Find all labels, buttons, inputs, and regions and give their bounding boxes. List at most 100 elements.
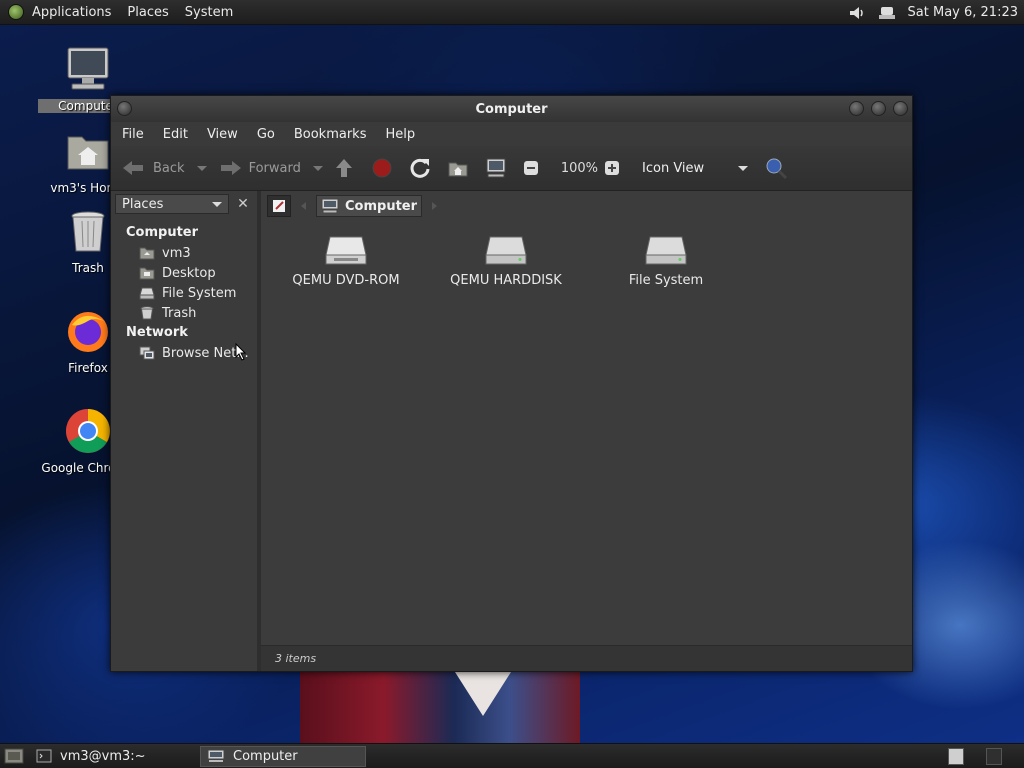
sidebar-category-computer: Computer [126,225,199,240]
volume-icon[interactable] [848,5,866,21]
panel-clock[interactable]: Sat May 6, 21:23 [908,5,1018,20]
forward-label: Forward [248,160,301,176]
search-icon [766,158,788,180]
zoom-out-icon [523,161,538,175]
up-arrow-icon [335,159,352,177]
network-icon [139,346,155,360]
taskbar-item-label: Computer [233,748,298,764]
computer-icon [67,47,109,90]
menu-go[interactable]: Go [257,127,275,142]
stop-icon [372,158,392,178]
path-scroll-left-icon[interactable] [301,202,306,210]
distro-logo-icon[interactable] [8,4,24,20]
file-item-label: QEMU DVD-ROM [292,273,400,288]
path-button-label: Computer [345,198,418,214]
file-item-file-system[interactable]: File System [596,235,736,288]
window-titlebar[interactable]: Computer [111,96,912,122]
taskbar-item-computer[interactable]: Computer [200,745,366,767]
window-body: Places ✕ Computer vm3 Desktop File Syste… [111,191,912,671]
sidebar: Places ✕ Computer vm3 Desktop File Syste… [111,191,261,671]
chrome-icon [66,409,110,453]
computer-button[interactable] [485,157,513,179]
search-button[interactable] [764,156,794,180]
close-button[interactable] [893,101,908,116]
back-history-dropdown[interactable] [196,165,207,171]
home-folder-icon [139,247,155,260]
optical-drive-icon [325,236,367,265]
panel-menu-places[interactable]: Places [127,5,168,20]
sidebar-item-file-system[interactable]: File System [111,283,257,303]
window-title: Computer [475,101,548,117]
view-mode-label: Icon View [642,160,705,176]
trash-icon [140,306,154,320]
top-panel: Applications Places System Sat May 6, 21… [0,0,1024,25]
maximize-button[interactable] [871,101,886,116]
wallpaper-collar [455,672,511,716]
path-button-computer[interactable]: Computer [316,195,423,217]
panel-menu-applications[interactable]: Applications [32,5,111,20]
close-sidebar-button[interactable]: ✕ [233,194,253,214]
path-scroll-right-icon[interactable] [432,202,438,210]
network-icon[interactable] [878,5,896,21]
back-button[interactable]: Back [121,158,185,178]
computer-icon [486,158,506,178]
window-menu-button[interactable] [117,101,132,116]
forward-history-dropdown[interactable] [312,165,323,171]
menu-help[interactable]: Help [385,127,415,142]
reload-button[interactable] [409,157,437,179]
menu-bookmarks[interactable]: Bookmarks [294,127,367,142]
sidebar-item-vm3[interactable]: vm3 [111,243,257,263]
wallpaper-figure [300,672,580,744]
file-item-harddisk[interactable]: QEMU HARDDISK [436,235,576,288]
file-item-dvd-rom[interactable]: QEMU DVD-ROM [276,235,416,288]
sidebar-item-label: File System [162,285,237,301]
menu-view[interactable]: View [207,127,238,142]
pencil-icon [273,200,285,212]
sidebar-item-label: vm3 [162,245,191,261]
forward-arrow-icon [220,161,241,175]
zoom-level: 100% [560,160,599,176]
zoom-in-button[interactable] [604,160,626,176]
mouse-pointer-icon [235,343,247,361]
status-bar: 3 items [261,645,912,671]
workspace-2[interactable] [986,748,1002,765]
sidebar-item-label: Trash [162,305,197,321]
trash-icon [71,211,105,252]
zoom-out-button[interactable] [523,160,545,176]
file-item-label: QEMU HARDDISK [450,273,562,288]
taskbar-item-terminal[interactable]: vm3@vm3:~ [30,746,196,767]
file-manager-window: Computer File Edit View Go Bookmarks Hel… [110,95,913,672]
menu-file[interactable]: File [122,127,144,142]
sidebar-selector[interactable]: Places [115,194,229,214]
show-desktop-icon[interactable] [4,747,24,765]
sidebar-item-label: Desktop [162,265,216,281]
places-tree: Computer vm3 Desktop File System Trash N… [111,215,257,363]
up-button[interactable] [333,157,361,179]
terminal-icon [36,749,52,763]
menu-edit[interactable]: Edit [163,127,188,142]
panel-menu-system[interactable]: System [185,5,233,20]
chevron-down-icon [212,201,222,207]
computer-icon [207,749,225,762]
home-folder-icon [67,136,109,170]
minimize-button[interactable] [849,101,864,116]
home-button[interactable] [447,157,475,179]
taskbar-item-label: vm3@vm3:~ [60,748,146,764]
harddisk-icon [139,287,155,300]
workspace-1[interactable] [948,748,964,765]
stop-button[interactable] [371,157,399,179]
view-mode-select[interactable]: Icon View [642,160,749,176]
firefox-icon [68,312,108,352]
sidebar-item-desktop[interactable]: Desktop [111,263,257,283]
path-bar: Computer [261,191,912,221]
desktop-folder-icon [139,267,155,280]
zoom-in-icon [605,161,620,175]
toggle-location-button[interactable] [267,195,291,217]
sidebar-item-trash[interactable]: Trash [111,303,257,323]
status-text: 3 items [275,652,317,665]
forward-button[interactable]: Forward [217,158,301,178]
main-content: Computer QEMU DVD-ROM QEMU HARDDISK File… [261,191,912,671]
back-arrow-icon [123,161,143,175]
reload-icon [410,158,430,178]
bottom-panel: vm3@vm3:~ Computer [0,743,1024,768]
